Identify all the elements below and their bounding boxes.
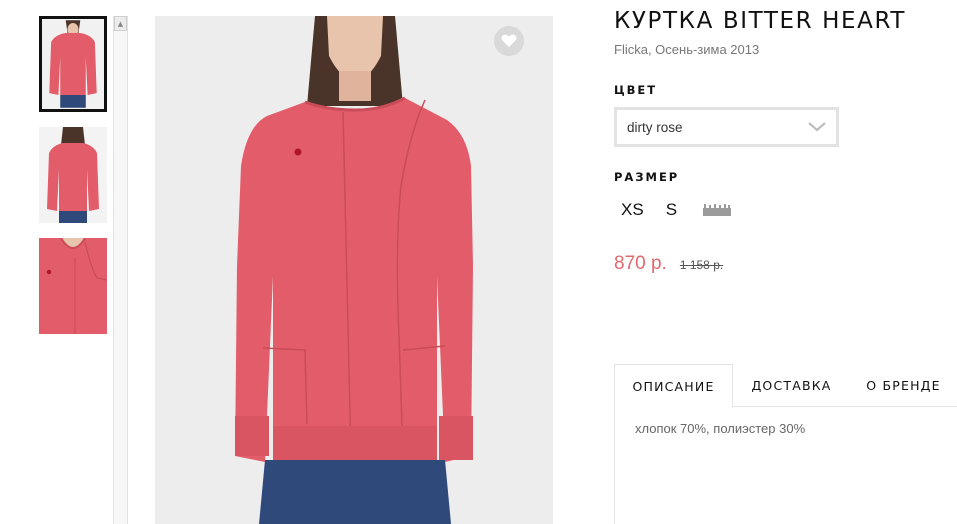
thumbnail-front-image [42,20,104,108]
color-select-value: dirty rose [627,119,683,135]
size-options: XS S [621,200,732,220]
tab-description[interactable]: ОПИСАНИЕ [614,364,733,408]
size-option-xs[interactable]: XS [621,200,644,220]
product-tabs: ОПИСАНИЕ ДОСТАВКА О БРЕНДЕ [614,364,957,408]
thumbnail-back-image [39,127,107,223]
heart-icon [501,34,517,47]
main-product-photo [155,16,553,524]
current-price: 870 р. [614,253,667,274]
product-title: КУРТКА BITTER HEART [614,8,907,34]
favorite-button[interactable] [494,26,524,56]
product-brand-season: Flicka, Осень-зима 2013 [614,42,760,57]
price-row: 870 р. 1 158 р. [614,253,723,275]
tab-about-brand[interactable]: О БРЕНДЕ [850,364,957,407]
thumbnail-detail[interactable] [39,238,107,334]
chevron-down-icon [808,122,826,132]
thumbnail-front[interactable] [39,16,107,112]
main-product-image [155,16,553,524]
thumbnail-detail-image [39,238,107,334]
old-price: 1 158 р. [679,258,724,272]
size-label: РАЗМЕР [614,170,680,184]
tab-panel-description: хлопок 70%, полиэстер 30% [614,407,957,524]
product-composition: хлопок 70%, полиэстер 30% [635,421,806,436]
product-info: КУРТКА BITTER HEART Flicka, Осень-зима 2… [614,8,957,274]
color-select[interactable]: dirty rose [614,107,839,147]
ruler-icon[interactable] [703,204,732,216]
size-option-s[interactable]: S [666,200,677,220]
thumbnail-list [39,16,107,349]
thumbnail-scrollbar[interactable]: ▲ [113,16,128,524]
thumbnail-back[interactable] [39,127,107,223]
color-label: ЦВЕТ [614,83,658,97]
tab-delivery[interactable]: ДОСТАВКА [733,364,850,407]
scroll-up-arrow-icon[interactable]: ▲ [114,16,127,31]
